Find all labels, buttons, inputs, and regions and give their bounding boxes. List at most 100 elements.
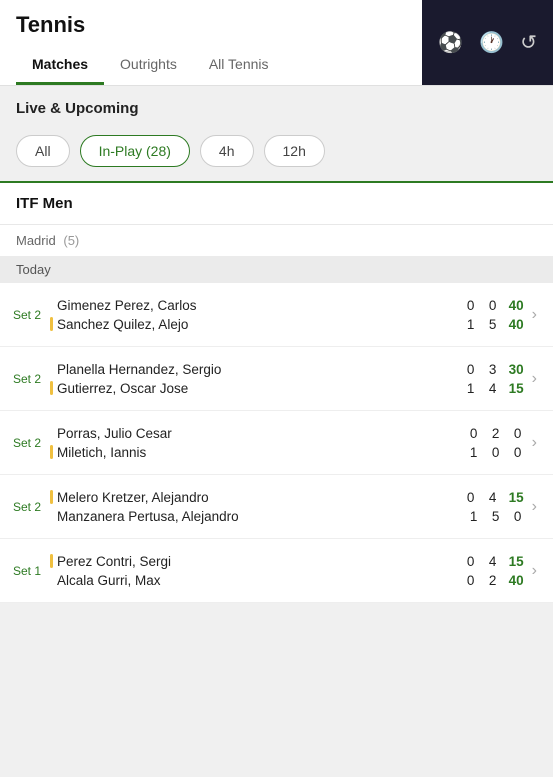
score-value: 3 xyxy=(487,362,499,377)
serving-indicator xyxy=(50,554,53,568)
match-row[interactable]: Set 2 Porras, Julio Cesar Miletich, Iannis… xyxy=(0,411,553,475)
set-label: Set 2 xyxy=(8,436,46,450)
score-value: 4 xyxy=(487,554,499,569)
set-label: Set 1 xyxy=(8,564,46,578)
player-row: Melero Kretzer, Alejandro xyxy=(50,490,457,505)
score-value: 1 xyxy=(468,509,480,524)
score-row: 03 30 xyxy=(465,362,524,377)
tab-all-tennis[interactable]: All Tennis xyxy=(193,46,285,85)
player-row: Gutierrez, Oscar Jose xyxy=(50,381,457,396)
score-row: 0040 xyxy=(465,298,524,313)
score-value: 15 xyxy=(509,490,524,505)
clock-icon[interactable]: 🕐 xyxy=(479,30,504,55)
player-row: Sanchez Quilez, Alejo xyxy=(50,317,457,332)
match-row[interactable]: Set 2 Gimenez Perez, Carlos Sanchez Quilez… xyxy=(0,283,553,347)
player-name: Gimenez Perez, Carlos xyxy=(57,298,197,313)
score-row: 02 40 xyxy=(465,573,524,588)
competitions-container: ITF MenMadrid (5)TodaySet 2Gimenez Perez… xyxy=(0,183,553,603)
score-value: 15 xyxy=(509,554,524,569)
set-label: Set 2 xyxy=(8,372,46,386)
score-value: 0 xyxy=(512,426,524,441)
chevron-right-icon: › xyxy=(532,562,537,580)
chevron-right-icon: › xyxy=(532,434,537,452)
player-name: Planella Hernandez, Sergio xyxy=(57,362,221,377)
filter-pill-in-play-(28)[interactable]: In-Play (28) xyxy=(80,135,190,167)
player-row: Miletich, Iannis xyxy=(50,445,460,460)
score-row: 1540 xyxy=(465,317,524,332)
score-row: 150 xyxy=(468,509,524,524)
match-players: Melero Kretzer, AlejandroManzanera Pertu… xyxy=(46,490,457,524)
score-value: 2 xyxy=(487,573,499,588)
player-name: Perez Contri, Sergi xyxy=(57,554,171,569)
section-title: Live & Upcoming xyxy=(0,86,553,127)
filter-pill-12h[interactable]: 12h xyxy=(264,135,325,167)
set-label: Set 2 xyxy=(8,308,46,322)
score-value: 0 xyxy=(487,298,499,313)
match-players: Porras, Julio Cesar Miletich, Iannis xyxy=(46,426,460,460)
serving-indicator xyxy=(50,490,53,504)
score-row: 020 xyxy=(468,426,524,441)
match-scores: 03301415 xyxy=(465,362,524,396)
player-row: Alcala Gurri, Max xyxy=(50,573,457,588)
score-value: 1 xyxy=(465,381,477,396)
match-row[interactable]: Set 1 Perez Contri, Sergi Alcala Gurri, Ma… xyxy=(0,539,553,603)
player-name: Gutierrez, Oscar Jose xyxy=(57,381,188,396)
score-value: 40 xyxy=(509,317,524,332)
player-row: Perez Contri, Sergi xyxy=(50,554,457,569)
score-value: 0 xyxy=(468,426,480,441)
score-row: 0415 xyxy=(465,490,524,505)
header: Tennis MatchesOutrightsAll Tennis ⚽ 🕐 ↺ xyxy=(0,0,553,86)
sub-location: Madrid xyxy=(16,233,56,248)
score-row: 100 xyxy=(468,445,524,460)
chevron-right-icon: › xyxy=(532,370,537,388)
player-row: Planella Hernandez, Sergio xyxy=(50,362,457,377)
match-scores: 00401540 xyxy=(465,298,524,332)
serving-indicator xyxy=(50,445,53,459)
chevron-right-icon: › xyxy=(532,498,537,516)
sports-icon[interactable]: ⚽ xyxy=(438,30,463,55)
score-value: 0 xyxy=(465,362,477,377)
score-row: 04 15 xyxy=(465,554,524,569)
player-name: Melero Kretzer, Alejandro xyxy=(57,490,209,505)
player-name: Alcala Gurri, Max xyxy=(57,573,161,588)
score-value: 0 xyxy=(465,298,477,313)
page-title: Tennis xyxy=(16,12,406,46)
score-value: 0 xyxy=(465,573,477,588)
competition-block: ITF MenMadrid (5)TodaySet 2Gimenez Perez… xyxy=(0,183,553,603)
player-name: Sanchez Quilez, Alejo xyxy=(57,317,188,332)
score-value: 1 xyxy=(465,317,477,332)
day-label: Today xyxy=(0,256,553,283)
score-value: 0 xyxy=(465,554,477,569)
filter-pill-all[interactable]: All xyxy=(16,135,70,167)
match-scores: 0415150 xyxy=(465,490,524,524)
score-value: 4 xyxy=(487,490,499,505)
score-value: 5 xyxy=(490,509,502,524)
score-value: 0 xyxy=(490,445,502,460)
score-value: 40 xyxy=(509,573,524,588)
serving-indicator-hidden xyxy=(50,298,53,312)
tab-matches[interactable]: Matches xyxy=(16,46,104,85)
player-name: Porras, Julio Cesar xyxy=(57,426,172,441)
match-row[interactable]: Set 2Melero Kretzer, AlejandroManzanera … xyxy=(0,475,553,539)
score-value: 15 xyxy=(509,381,524,396)
score-value: 5 xyxy=(487,317,499,332)
serving-indicator xyxy=(50,317,53,331)
header-icons: ⚽ 🕐 ↺ xyxy=(422,0,553,85)
match-row[interactable]: Set 2 Planella Hernandez, Sergio Gutierrez… xyxy=(0,347,553,411)
player-name: Miletich, Iannis xyxy=(57,445,146,460)
filter-bar: All In-Play (28) 4h 12h xyxy=(0,127,553,181)
player-row: Porras, Julio Cesar xyxy=(50,426,460,441)
player-row: Gimenez Perez, Carlos xyxy=(50,298,457,313)
tab-outrights[interactable]: Outrights xyxy=(104,46,193,85)
header-tabs: MatchesOutrightsAll Tennis xyxy=(16,46,406,85)
match-scores: 04 15 02 40 xyxy=(465,554,524,588)
match-players: Planella Hernandez, Sergio Gutierrez, Osc… xyxy=(46,362,457,396)
score-value: 30 xyxy=(509,362,524,377)
set-label: Set 2 xyxy=(8,500,46,514)
filter-pill-4h[interactable]: 4h xyxy=(200,135,254,167)
competition-name: ITF Men xyxy=(0,183,553,225)
refresh-icon[interactable]: ↺ xyxy=(520,30,537,55)
score-value: 2 xyxy=(490,426,502,441)
serving-indicator-hidden xyxy=(50,362,53,376)
serving-indicator-hidden xyxy=(50,573,53,587)
